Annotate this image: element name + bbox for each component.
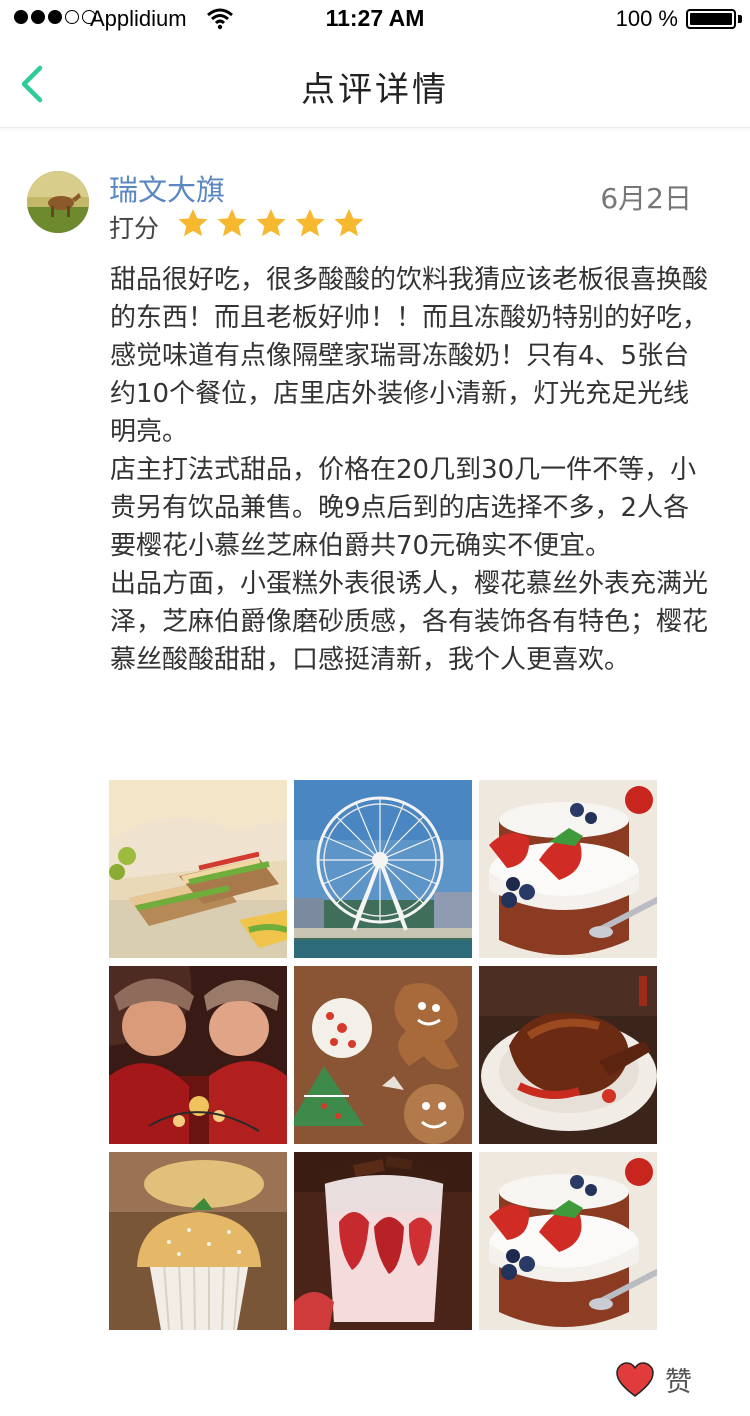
status-bar: Applidium 11:27 AM 100 % xyxy=(0,0,750,40)
star-icon xyxy=(217,209,247,237)
berry-yogurt-photo[interactable] xyxy=(479,1152,657,1330)
rating-label: 打分 xyxy=(109,214,160,243)
review-paragraph: 店主打法式甜品，价格在20几到30几一件不等，小贵另有饮品兼售。晚9点后到的店选… xyxy=(110,455,697,561)
ferris-wheel-photo[interactable] xyxy=(294,780,472,958)
avatar[interactable] xyxy=(27,171,89,233)
review-paragraph: 甜品很好吃，很多酸酸的饮料我猜应该老板很喜换酸的东西！而且老板好帅！！而且冻酸奶… xyxy=(110,265,709,447)
star-icon xyxy=(334,209,364,237)
rating-stars xyxy=(177,207,365,239)
battery-icon xyxy=(686,9,736,29)
page-title: 点评详情 xyxy=(301,70,449,110)
children-lights-photo[interactable] xyxy=(109,966,287,1144)
review-date: 6月2日 xyxy=(600,182,692,215)
muffin-photo[interactable] xyxy=(109,1152,287,1330)
like-label: 赞 xyxy=(665,1367,692,1398)
nav-bar: 点评详情 xyxy=(0,40,750,128)
heart-icon xyxy=(616,1361,654,1397)
berry-yogurt-photo[interactable] xyxy=(479,780,657,958)
strawberry-chocolate-parfait-photo[interactable] xyxy=(294,1152,472,1330)
roast-duck-photo[interactable] xyxy=(479,966,657,1144)
battery-nub xyxy=(738,15,742,23)
gingerbread-cookies-photo[interactable] xyxy=(294,966,472,1144)
star-icon xyxy=(295,209,325,237)
photo-grid xyxy=(109,780,657,1330)
star-icon xyxy=(256,209,286,237)
star-icon xyxy=(178,209,208,237)
review-paragraph: 出品方面，小蛋糕外表很诱人，樱花慕丝外表充满光泽，芝麻伯爵像磨砂质感，各有装饰各… xyxy=(110,569,709,675)
sandwich-photo[interactable] xyxy=(109,780,287,958)
like-button[interactable]: 赞 xyxy=(615,1360,692,1399)
battery-percent: 100 % xyxy=(615,6,678,31)
review-text: 甜品很好吃，很多酸酸的饮料我猜应该老板很喜换酸的东西！而且老板好帅！！而且冻酸奶… xyxy=(110,261,710,679)
reviewer-name[interactable]: 瑞文大旗 xyxy=(109,167,225,209)
